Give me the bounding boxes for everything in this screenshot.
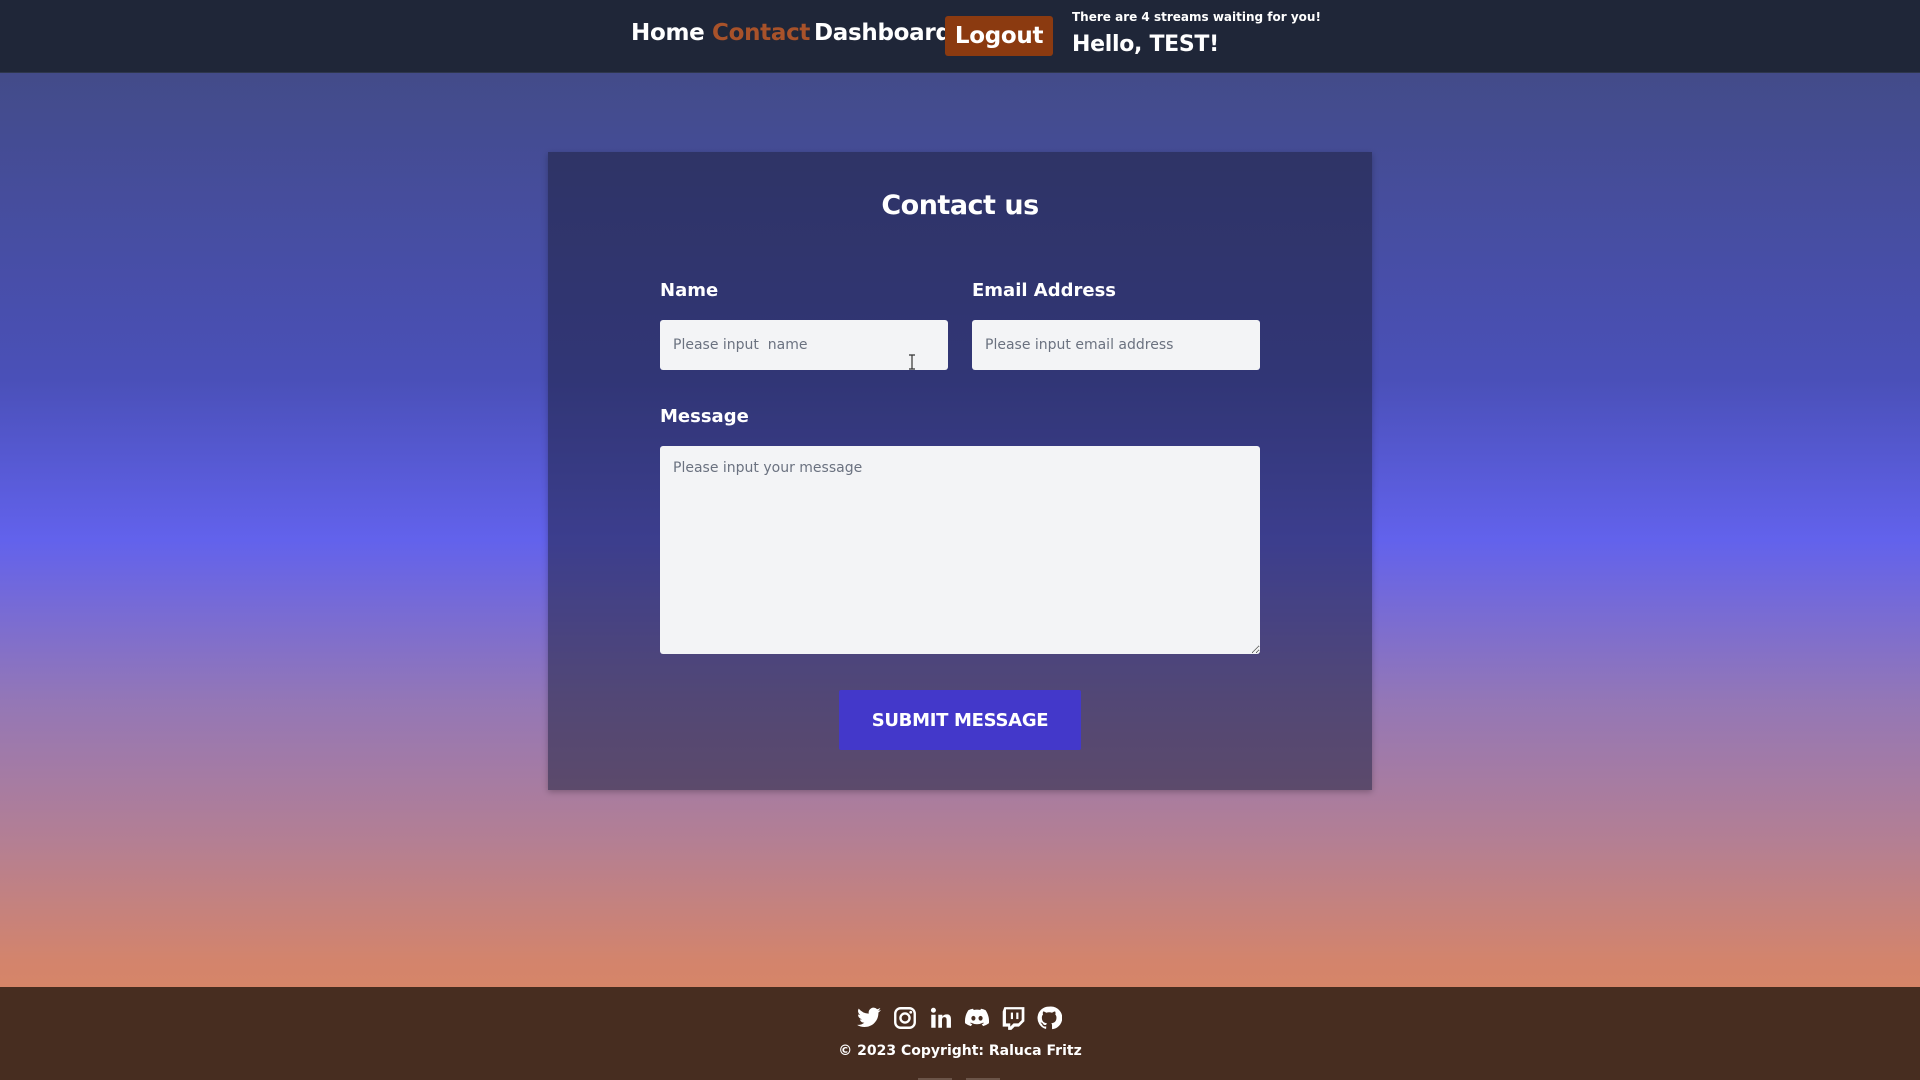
- contact-form-card: Contact us Name Email Address Message SU…: [548, 152, 1372, 790]
- copyright-text: © 2023 Copyright: Raluca Fritz: [838, 1043, 1082, 1059]
- message-label: Message: [660, 406, 749, 427]
- message-textarea[interactable]: [660, 446, 1260, 654]
- github-icon[interactable]: [1036, 1005, 1062, 1031]
- name-input[interactable]: [660, 320, 948, 370]
- nav-link-contact[interactable]: Contact: [712, 18, 810, 48]
- submit-message-button[interactable]: SUBMIT MESSAGE: [839, 690, 1081, 750]
- logout-button[interactable]: Logout: [945, 16, 1053, 56]
- streams-waiting-note: There are 4 streams waiting for you!: [1072, 10, 1321, 24]
- discord-icon[interactable]: [964, 1005, 990, 1031]
- footer: © 2023 Copyright: Raluca Fritz: [0, 987, 1920, 1080]
- nav-link-dashboard[interactable]: Dashboard: [814, 18, 952, 48]
- twitch-icon[interactable]: [1000, 1005, 1026, 1031]
- top-navbar: Home Contact Dashboard Logout There are …: [0, 0, 1920, 73]
- name-label: Name: [660, 280, 719, 301]
- email-input[interactable]: [972, 320, 1260, 370]
- social-links: [856, 1005, 1062, 1031]
- nav-link-home[interactable]: Home: [631, 18, 705, 48]
- linkedin-icon[interactable]: [928, 1005, 954, 1031]
- email-label: Email Address: [972, 280, 1117, 301]
- user-greeting: Hello, TEST!: [1072, 32, 1219, 57]
- twitter-icon[interactable]: [856, 1005, 882, 1031]
- text-cursor-icon: [908, 354, 916, 370]
- instagram-icon[interactable]: [892, 1005, 918, 1031]
- page-title: Contact us: [881, 190, 1039, 221]
